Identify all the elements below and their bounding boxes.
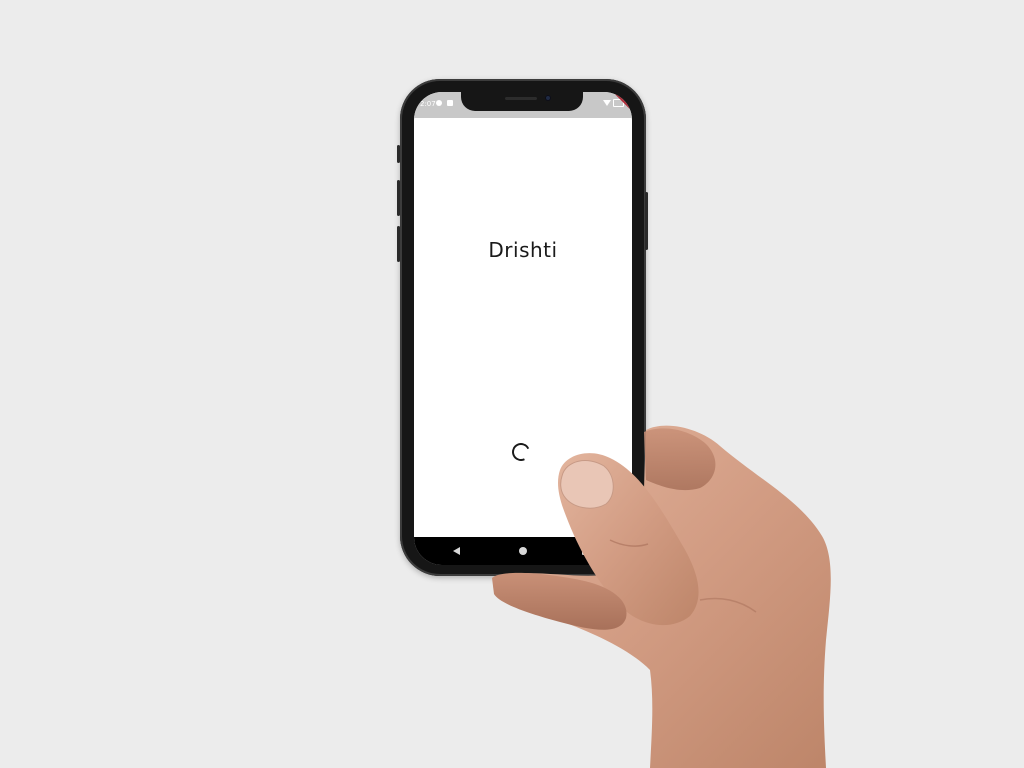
home-icon[interactable] <box>519 547 527 555</box>
volume-down-button <box>397 226 400 262</box>
knuckle-crease <box>699 597 757 613</box>
front-camera <box>545 95 551 101</box>
app-notification-icon <box>436 100 442 106</box>
sd-card-icon <box>447 100 453 106</box>
navigation-bar <box>414 537 632 565</box>
circular-progress-icon <box>509 440 533 464</box>
phone-screen: 2:07 Drishti <box>414 92 632 565</box>
volume-up-button <box>397 180 400 216</box>
index-finger-shape <box>492 572 627 630</box>
earpiece-speaker <box>505 97 537 100</box>
app-title: Drishti <box>488 238 558 262</box>
mockup-stage: 2:07 Drishti <box>0 0 1024 768</box>
status-time: 2:07 <box>420 100 436 108</box>
power-button <box>645 192 648 250</box>
phone-notch <box>461 90 583 111</box>
back-icon[interactable] <box>453 547 460 555</box>
back-fingers <box>644 428 716 491</box>
recents-icon[interactable] <box>582 547 590 555</box>
silent-switch <box>397 145 400 163</box>
wifi-icon <box>603 100 611 106</box>
